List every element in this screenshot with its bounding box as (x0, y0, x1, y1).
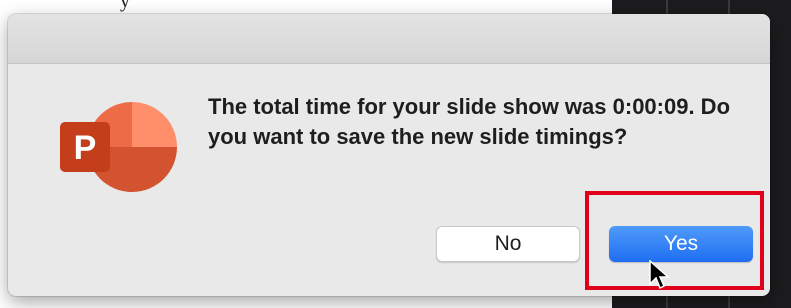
dialog-titlebar[interactable] (8, 14, 770, 64)
powerpoint-icon: P (60, 102, 178, 192)
no-button[interactable]: No (436, 226, 580, 262)
powerpoint-letter: P (74, 129, 97, 167)
yes-button-highlight (585, 191, 764, 290)
dialog-message: The total time for your slide show was 0… (208, 94, 731, 149)
mouse-pointer-icon (649, 260, 670, 290)
background-text-left: y (120, 0, 130, 12)
